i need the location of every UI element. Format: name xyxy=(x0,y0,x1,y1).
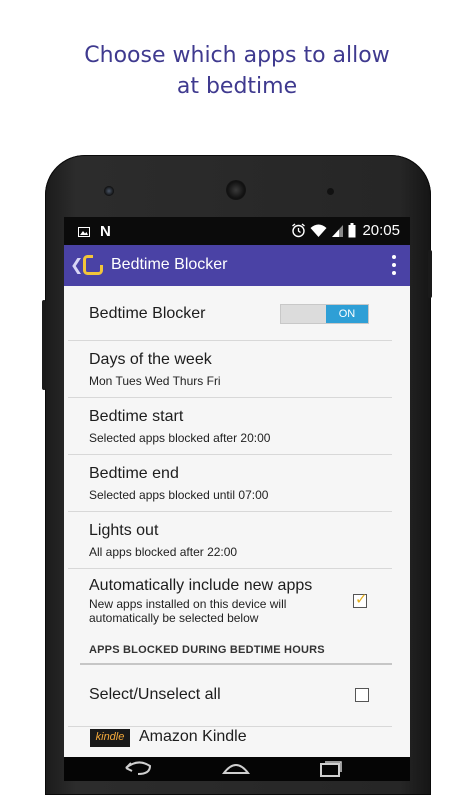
n-notification-icon: N xyxy=(100,223,111,240)
auto-include-checkbox[interactable]: ✓ xyxy=(353,591,368,608)
back-chevron-icon[interactable]: ❮ xyxy=(70,255,83,275)
headline-line-2: at bedtime xyxy=(176,74,298,99)
auto-include-row[interactable]: Automatically include new apps New apps … xyxy=(68,569,392,635)
navigation-bar xyxy=(64,757,410,781)
select-all-row[interactable]: Select/Unselect all xyxy=(68,666,392,727)
select-all-label: Select/Unselect all xyxy=(89,686,221,703)
wifi-icon xyxy=(310,224,327,237)
auto-include-desc-2: automatically be selected below xyxy=(89,611,259,625)
bedtime-end-row[interactable]: Bedtime end Selected apps blocked until … xyxy=(68,455,392,512)
bedtime-start-label: Bedtime start xyxy=(89,408,184,425)
nav-back-icon[interactable] xyxy=(122,760,154,776)
bedtime-blocker-label: Bedtime Blocker xyxy=(89,305,206,322)
earpiece-speaker xyxy=(226,180,246,200)
cell-signal-icon xyxy=(332,224,344,237)
days-of-week-row[interactable]: Days of the week Mon Tues Wed Thurs Fri xyxy=(68,341,392,398)
nav-home-icon[interactable] xyxy=(222,761,250,775)
volume-button xyxy=(42,300,46,390)
bedtime-start-value: Selected apps blocked after 20:00 xyxy=(89,431,271,445)
status-bar: N 20:05 xyxy=(64,217,410,245)
lights-out-row[interactable]: Lights out All apps blocked after 22:00 xyxy=(68,512,392,569)
days-of-week-value: Mon Tues Wed Thurs Fri xyxy=(89,374,221,388)
auto-include-label: Automatically include new apps xyxy=(89,577,313,594)
kindle-logo: kindle xyxy=(90,729,130,747)
power-button xyxy=(428,250,432,298)
bedtime-blocker-toggle[interactable]: ON xyxy=(280,304,369,324)
select-all-checkbox[interactable] xyxy=(355,688,369,702)
nav-recents-icon[interactable] xyxy=(320,761,342,777)
status-time: 20:05 xyxy=(362,222,400,239)
toggle-on-label: ON xyxy=(326,305,368,323)
promo-headline: Choose which apps to allow at bedtime xyxy=(0,40,474,102)
app-title: Bedtime Blocker xyxy=(111,256,228,273)
auto-include-desc-1: New apps installed on this device will xyxy=(89,597,287,611)
bedtime-start-row[interactable]: Bedtime start Selected apps blocked afte… xyxy=(68,398,392,455)
bedtime-blocker-logo-icon[interactable] xyxy=(83,255,103,275)
bedtime-blocker-row[interactable]: Bedtime Blocker ON xyxy=(68,286,392,341)
checkmark-icon: ✓ xyxy=(355,591,368,608)
settings-list: Bedtime Blocker ON Days of the week Mon … xyxy=(64,286,410,757)
overflow-menu-icon[interactable] xyxy=(392,255,396,275)
app-bar: ❮ Bedtime Blocker xyxy=(64,245,410,286)
headline-line-1: Choose which apps to allow xyxy=(84,43,390,68)
section-divider xyxy=(80,663,392,665)
alarm-icon xyxy=(292,223,306,238)
app-row-amazon-kindle[interactable]: kindle Amazon Kindle xyxy=(68,727,392,757)
bedtime-end-label: Bedtime end xyxy=(89,465,179,482)
lights-out-value: All apps blocked after 22:00 xyxy=(89,545,238,559)
app-name-amazon-kindle: Amazon Kindle xyxy=(139,728,247,745)
battery-icon xyxy=(348,223,356,238)
days-of-week-label: Days of the week xyxy=(89,351,212,368)
lights-out-label: Lights out xyxy=(89,522,159,539)
bedtime-end-value: Selected apps blocked until 07:00 xyxy=(89,488,269,502)
front-camera xyxy=(104,186,114,196)
proximity-sensor xyxy=(327,188,334,195)
apps-section-header: APPS BLOCKED DURING BEDTIME HOURS xyxy=(89,644,325,656)
phone-screen: N 20:05 ❮ Bedtime Blocker Bedtime Blocke… xyxy=(64,217,410,781)
image-notification-icon xyxy=(78,226,90,237)
